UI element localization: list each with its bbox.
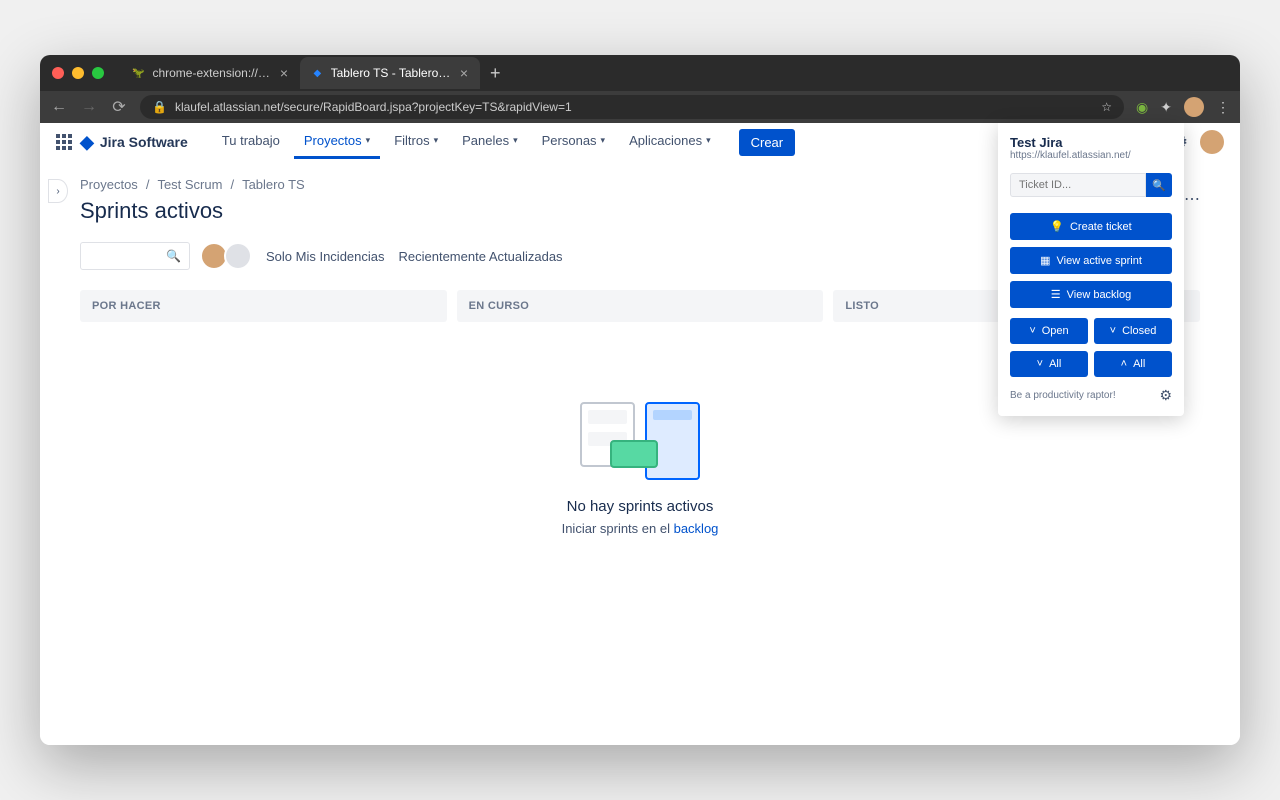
lock-icon: 🔒: [152, 100, 167, 114]
chevron-up-icon: ˄: [1121, 358, 1127, 370]
window-maximize[interactable]: [92, 67, 104, 79]
extension-popup: Test Jira https://klaufel.atlassian.net/…: [998, 123, 1184, 416]
user-avatar[interactable]: [1200, 130, 1224, 154]
breadcrumb-project[interactable]: Test Scrum: [157, 177, 222, 192]
favicon-icon: ◆: [312, 66, 323, 80]
browser-tab-extension[interactable]: 🦖 chrome-extension://jdiffpfffme ×: [120, 57, 300, 89]
extension-raptor-icon[interactable]: ◉: [1136, 99, 1148, 116]
nav-proyectos[interactable]: Proyectos▾: [294, 125, 380, 159]
ticket-id-input[interactable]: [1010, 173, 1146, 197]
search-icon: 🔍: [166, 249, 181, 263]
create-ticket-button[interactable]: 💡Create ticket: [1010, 213, 1172, 240]
nav-tu-trabajo[interactable]: Tu trabajo: [212, 125, 290, 159]
nav-personas[interactable]: Personas▾: [532, 125, 615, 159]
tab-bar: 🦖 chrome-extension://jdiffpfffme × ◆ Tab…: [40, 55, 1240, 91]
board-icon: ▦: [1040, 254, 1050, 267]
chevron-down-icon: ▾: [601, 135, 606, 146]
chevron-down-icon: ▾: [366, 135, 371, 146]
url-bar: ← → ⟳ 🔒 klaufel.atlassian.net/secure/Rap…: [40, 91, 1240, 123]
all-up-button[interactable]: ˄All: [1094, 351, 1172, 377]
jira-mark-icon: ◆: [80, 132, 94, 153]
more-icon[interactable]: ⋯: [1184, 189, 1200, 209]
assignee-filter: [204, 242, 252, 270]
column-todo: POR HACER: [80, 290, 447, 322]
extensions-icon[interactable]: ✦: [1160, 99, 1172, 116]
sidebar-toggle[interactable]: ›: [48, 179, 68, 203]
address-bar[interactable]: 🔒 klaufel.atlassian.net/secure/RapidBoar…: [140, 95, 1124, 119]
closed-filter-button[interactable]: ˅Closed: [1094, 318, 1172, 344]
chevron-down-icon: ▾: [706, 135, 711, 146]
chevron-down-icon: ▾: [434, 135, 439, 146]
nav-items: Tu trabajo Proyectos▾ Filtros▾ Paneles▾ …: [212, 125, 721, 159]
search-icon: 🔍: [1152, 180, 1166, 192]
board-search-input[interactable]: 🔍: [80, 242, 190, 270]
toolbar-icons: ◉ ✦ ⋮: [1136, 97, 1230, 117]
close-tab-icon[interactable]: ×: [280, 65, 288, 81]
tab-label: Tablero TS - Tablero ágil - Jira: [331, 66, 452, 80]
backlog-link[interactable]: backlog: [674, 521, 719, 536]
window-minimize[interactable]: [72, 67, 84, 79]
browser-tab-jira[interactable]: ◆ Tablero TS - Tablero ágil - Jira ×: [300, 57, 480, 89]
empty-subtitle: Iniciar sprints en el backlog: [80, 521, 1200, 536]
menu-icon[interactable]: ⋮: [1216, 99, 1230, 116]
url-text: klaufel.atlassian.net/secure/RapidBoard.…: [175, 100, 572, 114]
jira-logo[interactable]: ◆ Jira Software: [80, 132, 188, 153]
ext-footer: Be a productivity raptor! ⚙: [1010, 387, 1172, 404]
open-filter-button[interactable]: ˅Open: [1010, 318, 1088, 344]
browser-window: 🦖 chrome-extension://jdiffpfffme × ◆ Tab…: [40, 55, 1240, 745]
ext-url: https://klaufel.atlassian.net/: [1010, 150, 1172, 161]
avatar-unassigned[interactable]: [224, 242, 252, 270]
all-down-button[interactable]: ˅All: [1010, 351, 1088, 377]
star-icon[interactable]: ☆: [1101, 100, 1112, 114]
breadcrumb-proyectos[interactable]: Proyectos: [80, 177, 138, 192]
window-close[interactable]: [52, 67, 64, 79]
breadcrumb-board[interactable]: Tablero TS: [242, 177, 305, 192]
chevron-down-icon: ˅: [1110, 325, 1116, 337]
window-controls: [48, 67, 104, 79]
create-button[interactable]: Crear: [739, 129, 796, 156]
empty-title: No hay sprints activos: [80, 498, 1200, 515]
chevron-down-icon: ˅: [1029, 325, 1035, 337]
lightbulb-icon: 💡: [1050, 220, 1064, 233]
chevron-down-icon: ˅: [1037, 358, 1043, 370]
column-inprogress: EN CURSO: [457, 290, 824, 322]
app-switcher-icon[interactable]: [56, 134, 72, 150]
list-icon: ☰: [1051, 288, 1061, 301]
ext-search: 🔍: [1010, 173, 1172, 197]
product-name: Jira Software: [100, 134, 188, 150]
back-button[interactable]: ←: [50, 98, 68, 116]
page-content: ◆ Jira Software Tu trabajo Proyectos▾ Fi…: [40, 123, 1240, 745]
gear-icon[interactable]: ⚙: [1159, 387, 1172, 404]
view-sprint-button[interactable]: ▦View active sprint: [1010, 247, 1172, 274]
empty-state: No hay sprints activos Iniciar sprints e…: [80, 402, 1200, 536]
close-tab-icon[interactable]: ×: [460, 65, 468, 81]
chevron-down-icon: ▾: [513, 135, 518, 146]
tab-label: chrome-extension://jdiffpfffme: [152, 66, 271, 80]
search-button[interactable]: 🔍: [1146, 173, 1172, 197]
ext-footer-text: Be a productivity raptor!: [1010, 390, 1116, 401]
profile-avatar[interactable]: [1184, 97, 1204, 117]
filter-my-issues[interactable]: Solo Mis Incidencias: [266, 249, 385, 264]
forward-button[interactable]: →: [80, 98, 98, 116]
favicon-icon: 🦖: [132, 66, 144, 80]
nav-aplicaciones[interactable]: Aplicaciones▾: [619, 125, 721, 159]
nav-paneles[interactable]: Paneles▾: [452, 125, 528, 159]
view-backlog-button[interactable]: ☰View backlog: [1010, 281, 1172, 308]
new-tab-button[interactable]: +: [480, 63, 511, 84]
empty-illustration: [580, 402, 700, 482]
ext-title: Test Jira: [1010, 135, 1172, 150]
nav-filtros[interactable]: Filtros▾: [384, 125, 448, 159]
browser-tabs: 🦖 chrome-extension://jdiffpfffme × ◆ Tab…: [120, 57, 480, 89]
filter-recent[interactable]: Recientemente Actualizadas: [399, 249, 563, 264]
reload-button[interactable]: ⟳: [110, 97, 128, 117]
